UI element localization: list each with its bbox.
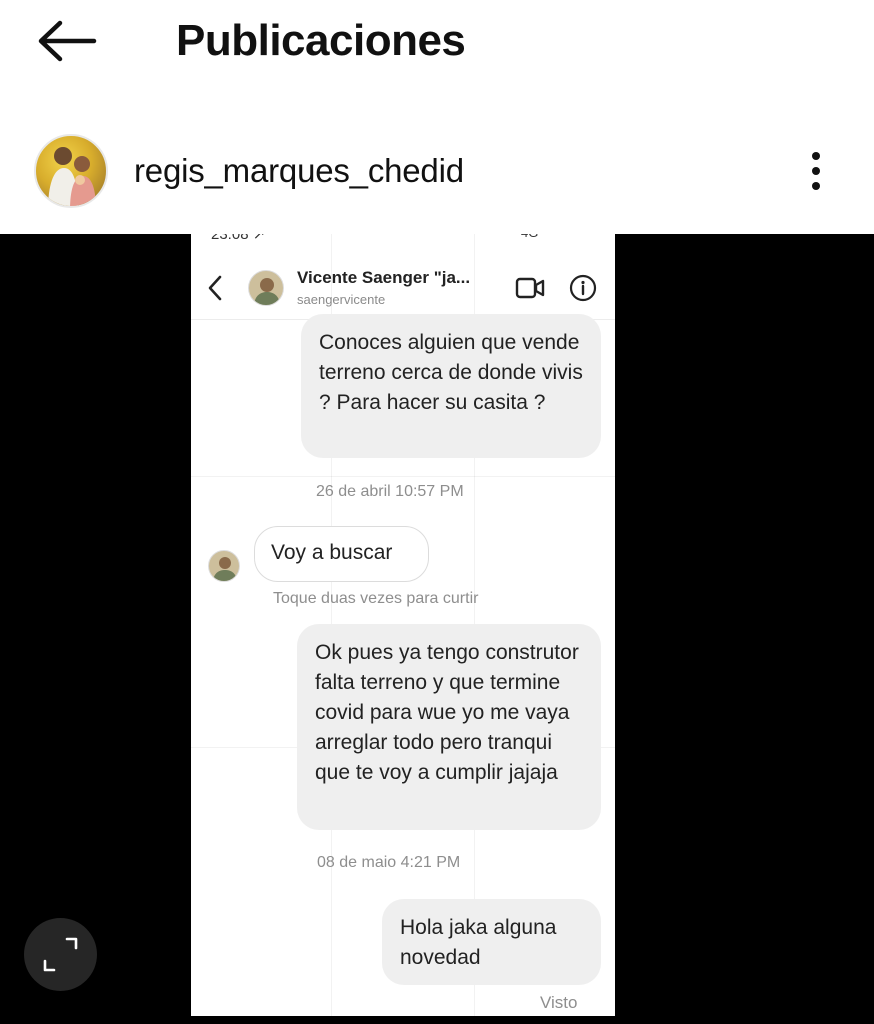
chat-contact-name[interactable]: Vicente Saenger "ja...	[297, 268, 470, 288]
message-bubble-outgoing[interactable]: Ok pues ya tengo construtor falta terren…	[297, 624, 601, 830]
post-media[interactable]: 23:08 ↗ 4G Vicente Saenger "ja... saenge…	[0, 234, 874, 1024]
info-icon[interactable]	[569, 274, 597, 302]
message-bubble-outgoing[interactable]: Conoces alguien que vende terreno cerca …	[301, 314, 601, 458]
status-time: 23:08 ↗	[211, 234, 266, 243]
menu-dot	[812, 152, 820, 160]
expand-button[interactable]	[24, 918, 97, 991]
author-username[interactable]: regis_marques_chedid	[134, 152, 464, 190]
like-hint: Toque duas vezes para curtir	[273, 590, 479, 607]
chat-avatar[interactable]	[248, 270, 284, 306]
top-bar: Publicaciones	[0, 0, 874, 82]
back-button[interactable]	[36, 20, 98, 62]
avatar-photo	[48, 147, 96, 206]
grid-line	[191, 476, 615, 477]
chevron-left-icon[interactable]	[205, 274, 225, 302]
seen-status: Visto	[540, 993, 578, 1012]
chat-contact-handle: saengervicente	[297, 292, 386, 307]
video-call-icon[interactable]	[515, 276, 545, 300]
dm-screenshot: 23:08 ↗ 4G Vicente Saenger "ja... saenge…	[191, 234, 615, 1016]
arrow-left-icon	[38, 20, 97, 62]
message-bubble-outgoing[interactable]: Hola jaka alguna novedad	[382, 899, 601, 985]
status-network: 4G	[521, 234, 538, 240]
chat-header: Vicente Saenger "ja... saengervicente	[191, 254, 615, 320]
message-bubble-incoming[interactable]: Voy a buscar	[254, 526, 429, 582]
expand-icon	[43, 937, 78, 972]
more-vertical-icon[interactable]	[800, 148, 832, 194]
status-bar: 23:08 ↗ 4G	[191, 234, 615, 244]
post-author-row: regis_marques_chedid	[0, 122, 874, 232]
menu-dot	[812, 167, 820, 175]
message-timestamp: 26 de abril 10:57 PM	[316, 483, 464, 500]
message-timestamp: 08 de maio 4:21 PM	[317, 854, 461, 871]
page-title: Publicaciones	[176, 16, 466, 65]
author-avatar[interactable]	[34, 134, 108, 208]
menu-dot	[812, 182, 820, 190]
sender-avatar	[208, 550, 240, 582]
